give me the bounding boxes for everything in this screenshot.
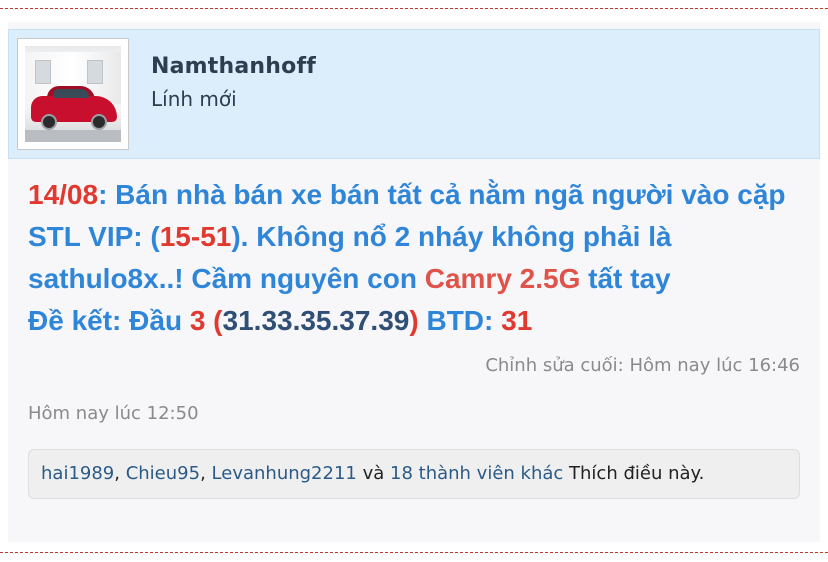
likes-summary: hai1989, Chieu95, Levanhung2211 và 18 th… <box>28 449 800 499</box>
bottom-dashed-divider <box>0 552 828 553</box>
likes-suffix-text: Thích điều này. <box>563 463 705 484</box>
avatar-car-wheel <box>41 114 57 130</box>
message-btd-number: 31 <box>501 305 533 336</box>
likes-separator: , <box>114 463 126 484</box>
top-dashed-divider <box>0 8 828 9</box>
liker-link[interactable]: hai1989 <box>41 463 114 484</box>
avatar-car-wheel <box>91 114 107 130</box>
message-head-number: 3 <box>189 305 206 336</box>
post-card: Namthanhoff Lính mới 14/08: Bán nhà bán … <box>8 22 820 542</box>
avatar-car-window <box>53 89 89 98</box>
avatar-ground <box>25 130 121 142</box>
post-timestamp-link[interactable]: Hôm nay lúc 12:50 <box>28 403 199 424</box>
message-date: 14/08 <box>28 179 99 210</box>
username-link[interactable]: Namthanhoff <box>151 54 316 79</box>
message-car: Camry 2.5G <box>424 263 581 294</box>
likes-and-text: và <box>356 463 391 484</box>
user-rank-title: Lính mới <box>151 87 237 111</box>
post-message: 14/08: Bán nhà bán xe bán tất cả nằm ngã… <box>28 174 808 342</box>
avatar-window-shape <box>87 60 103 84</box>
last-edited-note: Chỉnh sửa cuối: Hôm nay lúc 16:46 <box>485 355 800 376</box>
message-text: Đề kết: Đầu <box>28 305 190 336</box>
other-likers-link[interactable]: 18 thành viên khác <box>390 463 563 484</box>
avatar[interactable] <box>17 38 129 150</box>
message-numbers: 31.33.35.37.39 <box>222 305 410 336</box>
user-info-header: Namthanhoff Lính mới <box>8 29 820 159</box>
avatar-image <box>25 46 121 142</box>
message-paren: ) <box>409 305 419 336</box>
message-text: tất tay <box>580 263 671 294</box>
likes-separator: , <box>200 463 212 484</box>
message-pair: 15-51 <box>159 221 232 252</box>
avatar-window-shape <box>35 60 51 84</box>
message-text: BTD: <box>418 305 502 336</box>
liker-link[interactable]: Levanhung2211 <box>212 463 357 484</box>
liker-link[interactable]: Chieu95 <box>126 463 200 484</box>
message-paren: ( <box>205 305 223 336</box>
